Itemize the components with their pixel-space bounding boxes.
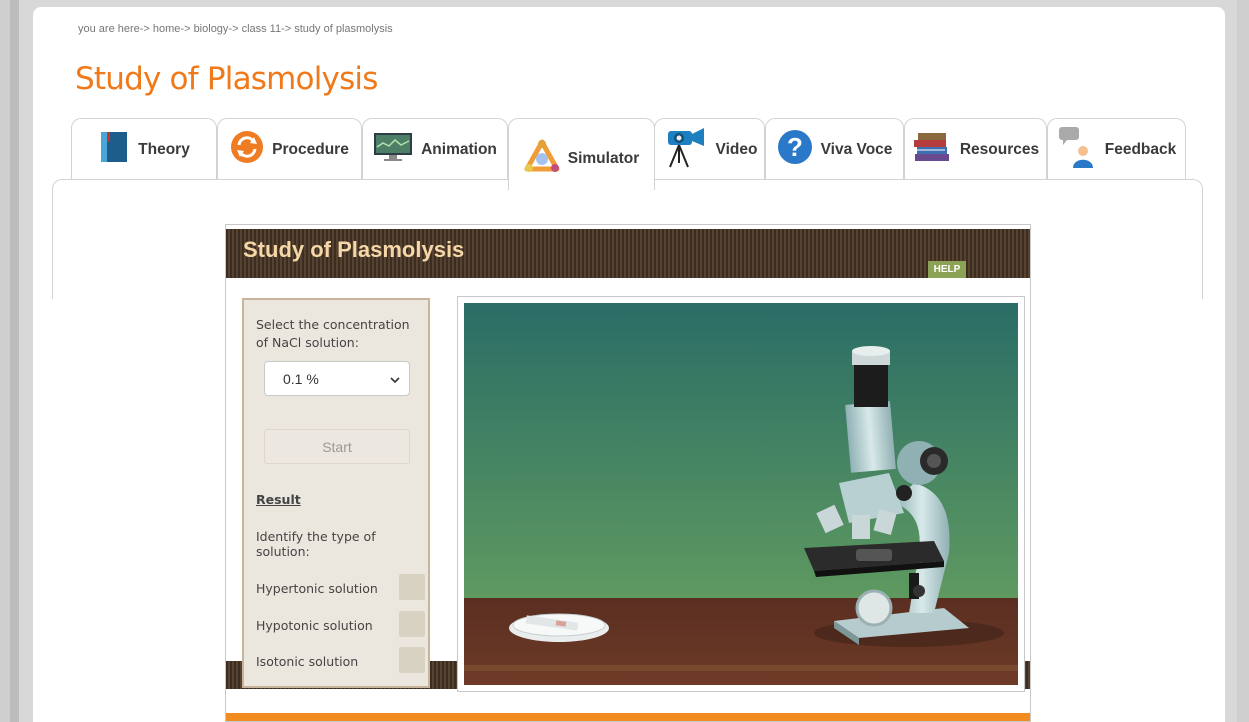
option-hypotonic-box[interactable] xyxy=(399,611,425,637)
option-isotonic-box[interactable] xyxy=(399,647,425,673)
start-button[interactable]: Start xyxy=(264,429,410,464)
control-panel: Select the concentration of NaCl solutio… xyxy=(242,298,430,688)
tab-animation[interactable]: Animation xyxy=(362,118,508,180)
tab-label: Procedure xyxy=(272,140,349,158)
tab-label: Resources xyxy=(959,140,1040,158)
option-hypertonic-box[interactable] xyxy=(399,574,425,600)
books-icon xyxy=(912,130,952,169)
page-title: Study of Plasmolysis xyxy=(75,61,378,97)
concentration-label: Select the concentration of NaCl solutio… xyxy=(256,317,410,350)
lab-viewport xyxy=(457,296,1025,692)
concentration-select[interactable]: 0.1 % xyxy=(264,361,410,396)
question-icon: ? xyxy=(777,129,813,170)
tab-video[interactable]: Video xyxy=(654,118,765,180)
identify-label: Identify the type of solution: xyxy=(256,529,376,559)
simulator-header: Study of Plasmolysis xyxy=(226,229,1030,278)
help-button[interactable]: HELP xyxy=(928,261,966,278)
option-hypertonic-label: Hypertonic solution xyxy=(256,581,378,596)
chevron-down-icon xyxy=(390,372,400,384)
svg-text:?: ? xyxy=(787,132,803,162)
lab-scene xyxy=(464,303,1018,685)
concentration-value: 0.1 % xyxy=(283,371,319,387)
tab-label: Video xyxy=(715,140,758,158)
simulator-frame: Study of Plasmolysis HELP Select the con… xyxy=(225,224,1031,722)
petri-dish[interactable] xyxy=(509,613,609,642)
tab-feedback[interactable]: Feedback xyxy=(1047,118,1186,180)
content-card: you are here-> home-> biology-> class 11… xyxy=(33,7,1225,722)
simulator-icon xyxy=(524,139,560,178)
left-frame xyxy=(0,0,10,722)
simulator-footer-bar xyxy=(226,713,1030,721)
tab-label: Simulator xyxy=(567,149,640,167)
book-icon xyxy=(98,130,130,169)
monitor-icon xyxy=(373,132,413,167)
option-isotonic-label: Isotonic solution xyxy=(256,654,359,669)
tab-label: Theory xyxy=(138,140,190,158)
tab-simulator[interactable]: Simulator xyxy=(508,118,655,190)
control-panel-scrollbar[interactable] xyxy=(429,300,430,688)
tab-resources[interactable]: Resources xyxy=(904,118,1047,180)
feedback-icon xyxy=(1057,125,1097,174)
result-heading: Result xyxy=(256,492,301,507)
tab-procedure[interactable]: Procedure xyxy=(217,118,362,180)
tab-theory[interactable]: Theory xyxy=(71,118,217,180)
simulator-title: Study of Plasmolysis xyxy=(243,237,465,262)
refresh-icon xyxy=(230,130,264,169)
tab-label: Feedback xyxy=(1104,140,1177,158)
option-hypotonic-label: Hypotonic solution xyxy=(256,618,373,633)
right-frame xyxy=(1237,0,1249,722)
lab-illustration xyxy=(464,303,1018,685)
left-frame-inner xyxy=(10,0,19,722)
tab-viva-voce[interactable]: ? Viva Voce xyxy=(765,118,904,180)
video-camera-icon xyxy=(662,125,708,174)
breadcrumb: you are here-> home-> biology-> class 11… xyxy=(78,23,393,35)
tab-label: Viva Voce xyxy=(820,140,893,158)
tab-label: Animation xyxy=(421,140,497,158)
